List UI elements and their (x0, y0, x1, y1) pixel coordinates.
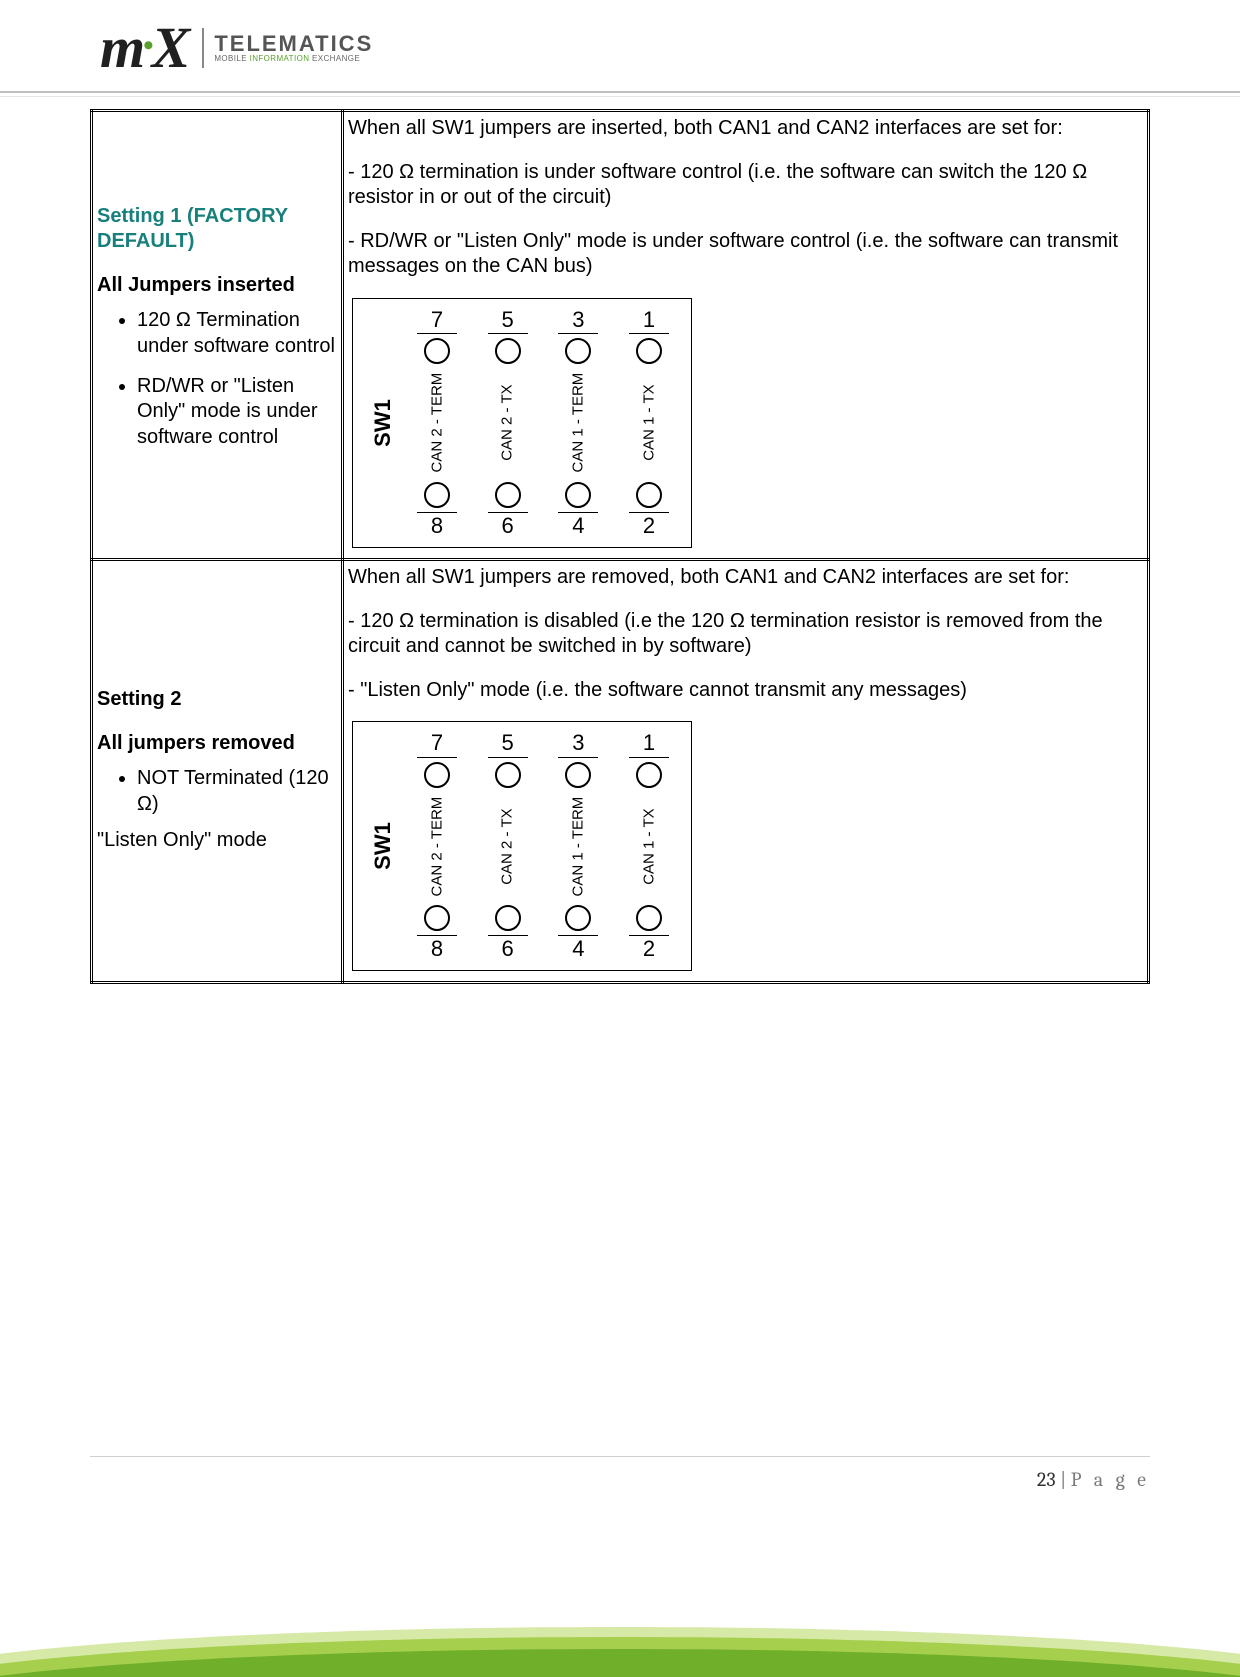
pin-circle-icon (565, 762, 591, 788)
logo-brand-top: TELEMATICS (214, 33, 373, 55)
setting1-item2: - RD/WR or "Listen Only" mode is under s… (348, 229, 1143, 280)
pin-2-label: 2 (629, 935, 669, 962)
setting1-title: Setting 1 (FACTORY DEFAULT) (97, 204, 337, 255)
logo-mark: m•X (100, 19, 196, 77)
setting2-item2: - "Listen Only" mode (i.e. the software … (348, 678, 1143, 704)
can1-term-label: CAN 1 - TERM (569, 373, 588, 473)
header-logo: m•X TELEMATICS MOBILE INFORMATION EXCHAN… (90, 0, 1150, 85)
setting2-trailing: "Listen Only" mode (97, 828, 337, 854)
footer-wave-decoration (0, 1617, 1240, 1677)
pin-4-label: 4 (558, 512, 598, 539)
pin-circle-icon (424, 762, 450, 788)
pin-2-label: 2 (629, 512, 669, 539)
can2-tx-label: CAN 2 - TX (498, 385, 517, 461)
table-row: Setting 2 All jumpers removed NOT Termin… (92, 559, 1149, 982)
pin-circle-icon (636, 905, 662, 931)
can1-tx-label: CAN 1 - TX (639, 385, 658, 461)
table-row: Setting 1 (FACTORY DEFAULT) All Jumpers … (92, 111, 1149, 560)
pin-circle-icon (565, 482, 591, 508)
setting1-right-cell: When all SW1 jumpers are inserted, both … (343, 111, 1149, 560)
sw1-col-3-4: 3 CAN 1 - TERM 4 (546, 730, 610, 962)
setting1-subtitle: All Jumpers inserted (97, 273, 337, 299)
sw1-col-1-2: 1 CAN 1 - TX 2 (617, 307, 681, 539)
pin-circle-icon (495, 338, 521, 364)
pin-circle-icon (565, 905, 591, 931)
page-number-separator: | (1060, 1468, 1071, 1491)
settings-table: Setting 1 (FACTORY DEFAULT) All Jumpers … (90, 109, 1150, 984)
setting1-item1: - 120 Ω termination is under software co… (348, 160, 1143, 211)
can2-tx-label: CAN 2 - TX (498, 808, 517, 884)
pin-circle-icon (495, 482, 521, 508)
pin-circle-icon (565, 338, 591, 364)
sw1-col-7-8: 7 CAN 2 - TERM 8 (405, 307, 469, 539)
sw1-diagram-inserted: SW1 7 CAN 2 - TERM 8 5 (352, 298, 692, 548)
logo-brand-bottom-green: INFORMATION (250, 54, 310, 63)
setting2-title: Setting 2 (97, 687, 337, 713)
pin-circle-icon (495, 762, 521, 788)
pin-6-label: 6 (488, 935, 528, 962)
pin-8-label: 8 (417, 935, 457, 962)
pin-circle-icon (424, 338, 450, 364)
page-number: 23 | P a g e (1037, 1468, 1150, 1491)
pin-circle-icon (424, 905, 450, 931)
can2-term-label: CAN 2 - TERM (427, 373, 446, 473)
pin-7-label: 7 (417, 730, 457, 757)
can1-term-label: CAN 1 - TERM (569, 796, 588, 896)
setting2-item1: - 120 Ω termination is disabled (i.e the… (348, 609, 1143, 660)
setting1-left-cell: Setting 1 (FACTORY DEFAULT) All Jumpers … (92, 111, 343, 560)
setting2-lead: When all SW1 jumpers are removed, both C… (348, 565, 1143, 591)
sw1-columns: 7 CAN 2 - TERM 8 5 CAN 2 - TX (405, 730, 681, 962)
pin-4-label: 4 (558, 935, 598, 962)
logo-text: TELEMATICS MOBILE INFORMATION EXCHANGE (214, 33, 373, 63)
pin-1-label: 1 (629, 307, 669, 334)
pin-circle-icon (636, 762, 662, 788)
setting2-left-cell: Setting 2 All jumpers removed NOT Termin… (92, 559, 343, 982)
pin-7-label: 7 (417, 307, 457, 334)
pin-6-label: 6 (488, 512, 528, 539)
pin-3-label: 3 (558, 307, 598, 334)
pin-3-label: 3 (558, 730, 598, 757)
can1-tx-label: CAN 1 - TX (639, 808, 658, 884)
sw1-columns: 7 CAN 2 - TERM 8 5 CAN 2 - TX (405, 307, 681, 539)
setting2-bullets: NOT Terminated (120 Ω) (97, 766, 337, 817)
logo-divider-icon (202, 28, 204, 68)
footer-rule (90, 1456, 1150, 1457)
pin-circle-icon (636, 338, 662, 364)
sw1-diagram-removed: SW1 7 CAN 2 - TERM 8 5 (352, 721, 692, 971)
sw1-col-1-2: 1 CAN 1 - TX 2 (617, 730, 681, 962)
logo-brand-bottom: MOBILE INFORMATION EXCHANGE (214, 55, 373, 63)
sw1-col-7-8: 7 CAN 2 - TERM 8 (405, 730, 469, 962)
logo-dot-icon: • (143, 29, 152, 62)
pin-5-label: 5 (488, 307, 528, 334)
setting1-lead: When all SW1 jumpers are inserted, both … (348, 116, 1143, 142)
setting1-bullets: 120 Ω Termination under software control… (97, 308, 337, 450)
logo-mark-m: m (100, 15, 143, 80)
setting2-right-cell: When all SW1 jumpers are removed, both C… (343, 559, 1149, 982)
header-rule (0, 91, 1240, 97)
pin-circle-icon (424, 482, 450, 508)
list-item: NOT Terminated (120 Ω) (137, 766, 337, 817)
can2-term-label: CAN 2 - TERM (427, 796, 446, 896)
page-number-word: P a g e (1071, 1468, 1150, 1491)
pin-5-label: 5 (488, 730, 528, 757)
content: Setting 1 (FACTORY DEFAULT) All Jumpers … (90, 109, 1150, 984)
logo-brand-bottom-pre: MOBILE (214, 54, 249, 63)
pin-circle-icon (636, 482, 662, 508)
list-item: 120 Ω Termination under software control (137, 308, 337, 359)
pin-circle-icon (495, 905, 521, 931)
logo-mark-x: X (152, 15, 189, 80)
logo-brand-bottom-post: EXCHANGE (309, 54, 360, 63)
setting2-subtitle: All jumpers removed (97, 731, 337, 757)
pin-8-label: 8 (417, 512, 457, 539)
page-number-value: 23 (1037, 1468, 1056, 1491)
list-item: RD/WR or "Listen Only" mode is under sof… (137, 374, 337, 451)
sw1-col-3-4: 3 CAN 1 - TERM 4 (546, 307, 610, 539)
pin-1-label: 1 (629, 730, 669, 757)
